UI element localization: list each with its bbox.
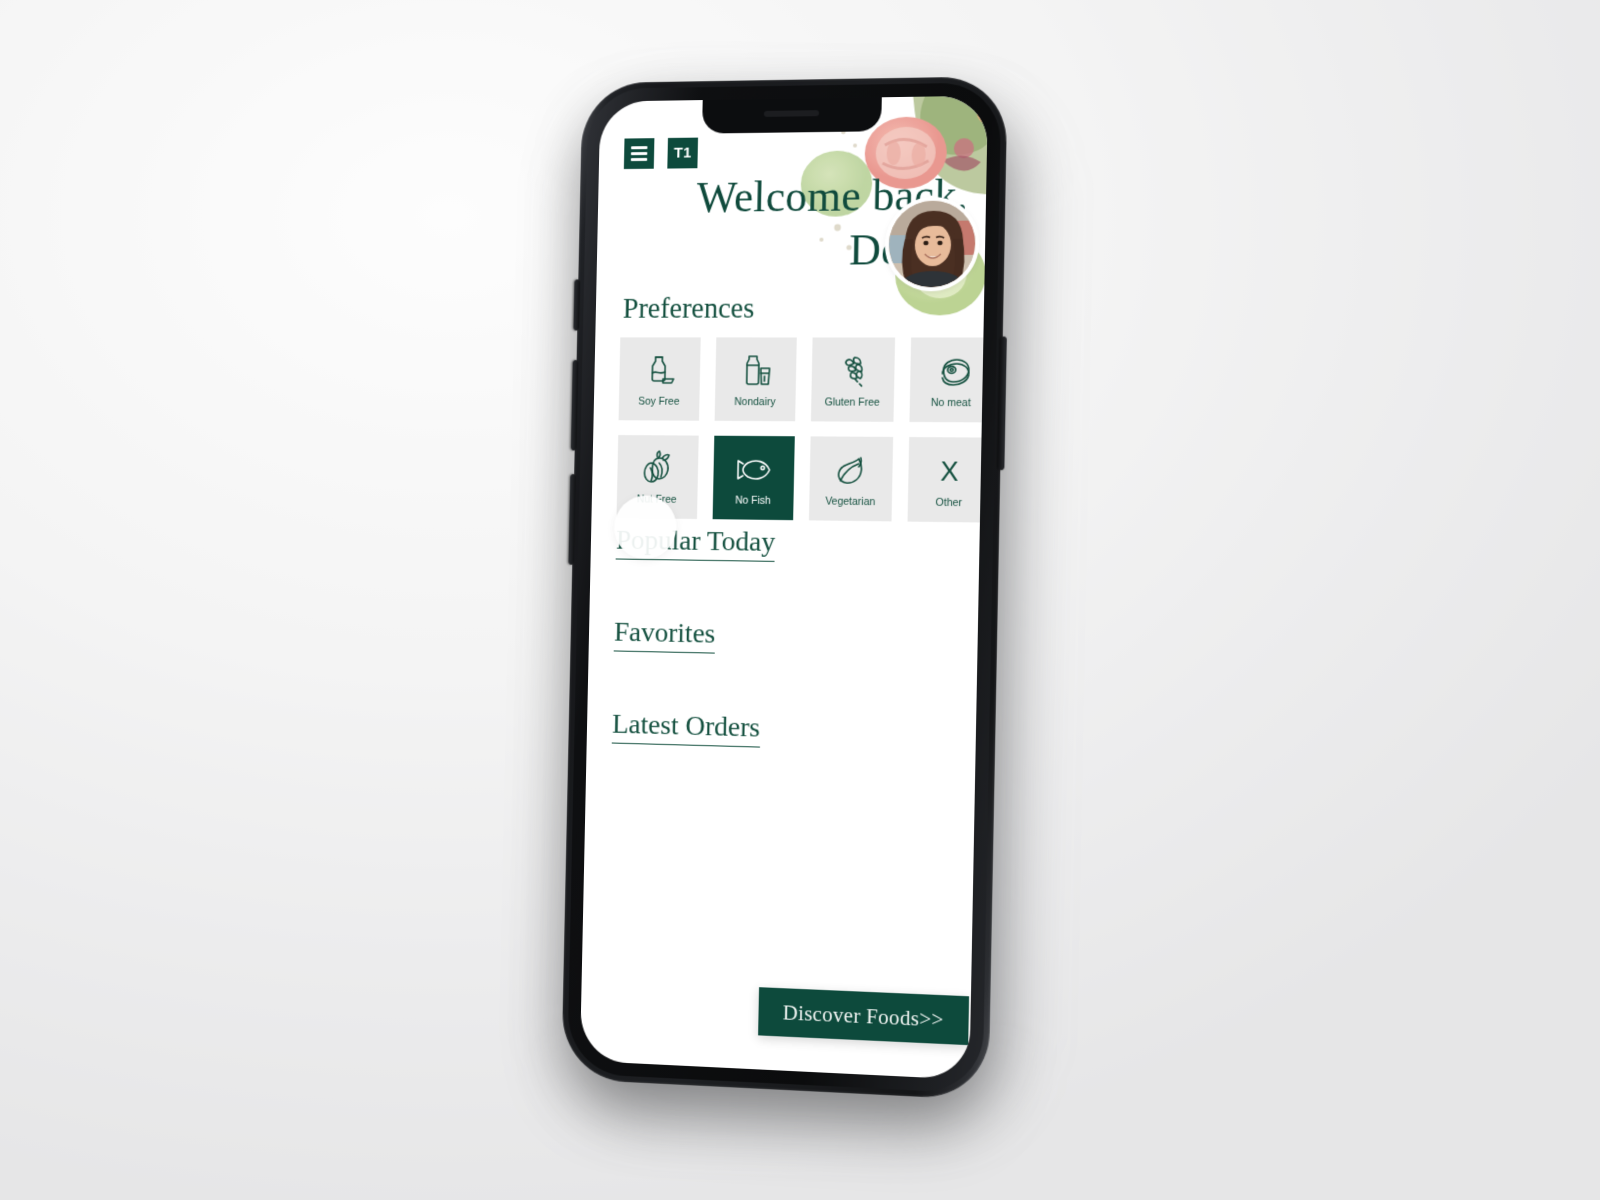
discover-foods-button[interactable]: Discover Foods>> [758, 987, 970, 1046]
hamburger-menu-icon [630, 146, 648, 161]
table-badge-button[interactable]: T1 [667, 137, 699, 169]
preference-tile-vegetarian[interactable]: Vegetarian [808, 436, 893, 522]
preference-tile-nondairy[interactable]: Nondairy [714, 337, 797, 422]
silent-switch-button[interactable] [573, 279, 581, 331]
wheat-stalk-icon [833, 350, 874, 392]
section-links: Popular Today Favorites Latest Orders [611, 524, 776, 806]
preference-tile-other[interactable]: X Other [907, 437, 989, 523]
mockup-scene: T1 Welcome back, Deniz. [0, 0, 1600, 1200]
welcome-line-2: Deniz. [597, 222, 968, 277]
preferences-grid: Soy Free Nondairy Gluten Free No meat No… [616, 337, 989, 523]
phone-notch [702, 97, 882, 134]
preference-label: Vegetarian [825, 495, 876, 509]
section-link-latest-orders[interactable]: Latest Orders [611, 708, 761, 748]
hamburger-menu-button[interactable] [623, 138, 655, 170]
preference-label: Nondairy [734, 396, 776, 409]
preference-label: No meat [930, 396, 971, 410]
earpiece-speaker [763, 110, 820, 117]
phone-device: T1 Welcome back, Deniz. [561, 76, 1008, 1101]
soy-sauce-bottle-icon [640, 350, 680, 392]
avatar-photo [888, 200, 967, 286]
preferences-title: Preferences [622, 292, 755, 325]
preference-label: No Fish [735, 494, 771, 507]
welcome-line-1: Welcome back, [696, 170, 969, 222]
preference-tile-no-fish[interactable]: No Fish [712, 435, 795, 521]
almonds-icon [638, 448, 678, 490]
preference-label: Gluten Free [824, 396, 880, 409]
leaf-icon [831, 450, 872, 492]
milk-bottle-glass-icon [735, 350, 775, 392]
avatar[interactable] [888, 200, 977, 288]
section-link-favorites[interactable]: Favorites [613, 616, 716, 654]
top-bar: T1 [623, 137, 699, 170]
x-mark-icon: X [940, 455, 959, 487]
fish-icon [733, 449, 773, 491]
preference-label: Soy Free [638, 395, 680, 408]
preference-tile-soy-free[interactable]: Soy Free [618, 337, 701, 421]
steak-icon [931, 351, 972, 393]
table-badge-label: T1 [673, 144, 692, 162]
preference-label: Other [935, 496, 963, 510]
preference-tile-no-meat[interactable]: No meat [908, 337, 989, 423]
welcome-heading: Welcome back, Deniz. [597, 168, 969, 277]
